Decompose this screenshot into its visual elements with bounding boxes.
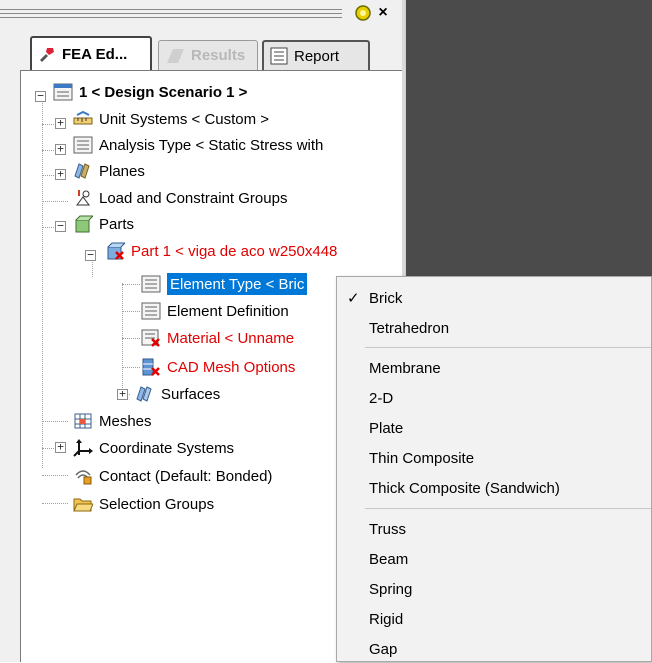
- tree-item-cad-mesh-options[interactable]: CAD Mesh Options: [141, 356, 295, 378]
- menu-item-label: Thick Composite (Sandwich): [369, 479, 560, 497]
- tree-item-planes[interactable]: Planes: [73, 160, 145, 182]
- tree-item-surfaces[interactable]: Surfaces: [135, 383, 220, 405]
- pin-button[interactable]: [354, 4, 372, 22]
- tree-item-label-selected: Element Type < Bric: [165, 272, 309, 296]
- menu-item-spring[interactable]: Spring: [337, 575, 652, 603]
- ruler-icon: [73, 110, 93, 125]
- tree-item-label: Surfaces: [161, 385, 221, 403]
- load-constraint-icon: [76, 190, 90, 206]
- expand-toggle[interactable]: +: [117, 388, 128, 400]
- tree-item-load-constraint-groups[interactable]: Load and Constraint Groups: [73, 187, 287, 209]
- menu-item-2d[interactable]: 2-D: [337, 384, 652, 412]
- tree-item-contact[interactable]: Contact (Default: Bonded): [73, 465, 272, 487]
- menu-item-beam[interactable]: Beam: [337, 545, 652, 573]
- collapse-toggle[interactable]: −: [55, 220, 66, 232]
- tree-item-label: Part 1 < viga de aco w250x448: [131, 242, 338, 260]
- menu-separator: [365, 508, 651, 509]
- fea-editor-icon: [40, 48, 54, 62]
- expand-toggle[interactable]: +: [55, 117, 66, 129]
- mesh-options-error-icon: [142, 358, 160, 376]
- tree-item-unit-systems[interactable]: Unit Systems < Custom >: [73, 108, 269, 130]
- tab-fea-editor[interactable]: FEA Ed...: [30, 36, 152, 70]
- menu-item-label: Membrane: [369, 359, 441, 377]
- expand-toggle[interactable]: +: [55, 168, 66, 180]
- menu-item-gap[interactable]: Gap: [337, 635, 652, 663]
- tree-item-label: CAD Mesh Options: [167, 358, 296, 376]
- tree-item-label: Analysis Type < Static Stress with: [99, 136, 324, 154]
- tree-item-element-type[interactable]: Element Type < Bric: [141, 272, 309, 296]
- menu-item-label: Plate: [369, 419, 404, 437]
- tree-item-label: Parts: [99, 215, 135, 233]
- tree-item-label: Unit Systems < Custom >: [99, 110, 270, 128]
- tree-item-label: Contact (Default: Bonded): [99, 467, 273, 485]
- menu-item-thick-composite[interactable]: Thick Composite (Sandwich): [337, 474, 652, 502]
- analysis-type-icon: [73, 136, 93, 154]
- planes-icon: [74, 163, 90, 179]
- tree-item-label: Load and Constraint Groups: [99, 189, 288, 207]
- coordinate-axes-icon: [73, 439, 93, 457]
- tree-item-material[interactable]: Material < Unname: [141, 327, 294, 349]
- design-scenario-icon: [53, 83, 73, 101]
- contact-icon: [75, 470, 92, 485]
- tab-report[interactable]: Report: [262, 40, 370, 70]
- menu-item-label: Spring: [369, 580, 413, 598]
- tab-label: Results: [191, 47, 246, 64]
- element-definition-icon: [141, 302, 161, 320]
- tree-item-coordinate-systems[interactable]: Coordinate Systems: [73, 437, 234, 459]
- tree-item-part-1[interactable]: Part 1 < viga de aco w250x448: [105, 240, 337, 262]
- tree-item-design-scenario[interactable]: 1 < Design Scenario 1 >: [53, 81, 247, 103]
- menu-item-rigid[interactable]: Rigid: [337, 605, 652, 633]
- menu-separator: [365, 347, 651, 348]
- menu-item-label: Beam: [369, 550, 409, 568]
- pin-icon: [355, 5, 371, 21]
- tree-item-label: Coordinate Systems: [99, 439, 235, 457]
- menu-item-truss[interactable]: Truss: [337, 515, 652, 543]
- expand-toggle[interactable]: +: [55, 143, 66, 155]
- tree-item-label: Selection Groups: [99, 495, 215, 513]
- collapse-toggle[interactable]: −: [85, 249, 96, 261]
- collapse-toggle[interactable]: −: [35, 90, 46, 102]
- panel-drag-handle[interactable]: [0, 6, 342, 20]
- tree-item-element-definition[interactable]: Element Definition: [141, 300, 289, 322]
- tree-item-selection-groups[interactable]: Selection Groups: [73, 493, 214, 515]
- tree-item-parts[interactable]: Parts: [73, 213, 134, 235]
- menu-item-thin-composite[interactable]: Thin Composite: [337, 444, 652, 472]
- menu-item-label: 2-D: [369, 389, 394, 407]
- expand-toggle[interactable]: +: [55, 441, 66, 453]
- surfaces-icon: [136, 386, 152, 402]
- tab-label: FEA Ed...: [62, 45, 128, 63]
- tree-item-label: Material < Unname: [167, 329, 295, 347]
- tree-item-label: Meshes: [99, 412, 152, 430]
- close-button[interactable]: ×: [374, 4, 392, 22]
- checkmark-icon: ✓: [347, 290, 360, 307]
- menu-item-label: Gap: [369, 640, 398, 658]
- menu-item-membrane[interactable]: Membrane: [337, 354, 652, 382]
- graphics-viewport[interactable]: [404, 0, 652, 310]
- parts-icon: [75, 215, 93, 233]
- element-type-context-menu: ✓ Brick Tetrahedron Membrane 2-D Plate T…: [336, 276, 652, 662]
- tree-item-label: Planes: [99, 162, 145, 180]
- tree-item-analysis-type[interactable]: Analysis Type < Static Stress with: [73, 134, 323, 156]
- menu-item-brick[interactable]: ✓ Brick: [337, 284, 652, 312]
- menu-item-plate[interactable]: Plate: [337, 414, 652, 442]
- material-error-icon: [141, 329, 160, 347]
- tree-item-label: 1 < Design Scenario 1 >: [79, 83, 248, 101]
- tree-item-meshes[interactable]: Meshes: [73, 410, 152, 432]
- menu-item-label: Rigid: [369, 610, 404, 628]
- results-icon: [167, 48, 184, 63]
- menu-item-label: Tetrahedron: [369, 319, 450, 337]
- meshes-icon: [74, 413, 92, 429]
- part-error-icon: [107, 242, 125, 260]
- menu-item-label: Brick: [369, 289, 403, 307]
- folder-icon: [73, 498, 93, 512]
- tab-label: Report: [294, 47, 340, 65]
- report-icon: [270, 47, 288, 65]
- menu-item-tetrahedron[interactable]: Tetrahedron: [337, 314, 652, 342]
- menu-item-label: Truss: [369, 520, 406, 538]
- tab-results[interactable]: Results: [158, 40, 258, 70]
- menu-item-label: Thin Composite: [369, 449, 475, 467]
- tree-item-label: Element Definition: [167, 302, 289, 320]
- element-type-icon: [141, 275, 161, 293]
